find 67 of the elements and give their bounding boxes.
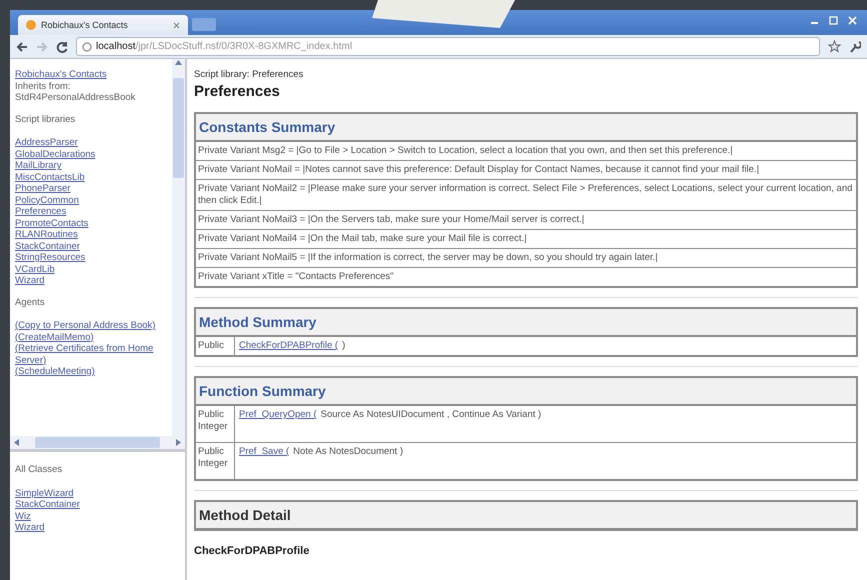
inherits-label: Inherits from: [15, 80, 72, 92]
signature-text: ) [342, 340, 346, 352]
page-icon [82, 42, 92, 52]
page-heading: Preferences [194, 83, 281, 100]
constant-row: Private Variant NoMail = |Notes cannot save this preference: Default Display for Contact Names, because it cannot find your mail file.| [196, 160, 856, 179]
method-name: CheckForDPABProfile [194, 545, 310, 557]
favicon-icon [26, 20, 36, 30]
sidebar-link[interactable]: MiscContactsLib [15, 172, 166, 183]
modifier-cell: Public Integer [196, 406, 235, 442]
method-link[interactable]: Pref_QueryOpen ( [239, 409, 317, 421]
maximize-icon[interactable] [829, 16, 838, 25]
scroll-arrow-icon[interactable] [175, 439, 182, 446]
sidebar-link[interactable]: VCardLib [15, 264, 166, 275]
method-link[interactable]: Pref_Save ( [239, 446, 290, 458]
sidebar-link[interactable]: AddressParser [15, 137, 166, 148]
scroll-arrow-icon[interactable] [175, 59, 182, 66]
sidebar-link[interactable]: MailLibrary [15, 160, 166, 172]
signature-text: Note As NotesDocument ) [293, 446, 403, 458]
table-heading: Method Detail [196, 502, 856, 529]
star-icon[interactable] [828, 40, 841, 53]
sidebar-link[interactable]: StackContainer [15, 240, 166, 252]
database-link[interactable]: Robichaux's Contacts [15, 69, 166, 80]
constant-row: Private Variant NoMail4 = |On the Mail tab, make sure your Mail file is correct.| [196, 229, 856, 248]
constant-row: Private Variant xTitle = "Contacts Preferences" [196, 267, 856, 286]
modifier-cell: Public [196, 337, 235, 355]
method-link[interactable]: CheckForDPABProfile ( [239, 340, 338, 352]
table-heading: Method Summary [196, 309, 856, 336]
class-link[interactable]: Wiz [15, 510, 180, 522]
scrollbar-thumb[interactable] [173, 78, 184, 178]
constant-row: Private Variant NoMail5 = |If the information is correct, the server may be down, so you should try again later.| [196, 248, 856, 267]
section-title: Agents [15, 296, 46, 308]
modifier-cell: Public Integer [196, 443, 235, 479]
address-bar[interactable]: localhost/jpr/LSDocStuff.nsf/0/3R0X-8GXMRC_index.html [76, 37, 820, 56]
sidebar-link[interactable]: (Retrieve Certificates from Home Server) [15, 343, 166, 366]
signature-text: Source As NotesUIDocument , Continue As Variant ) [320, 409, 542, 421]
breadcrumb: Script library: Preferences [194, 69, 304, 80]
back-button[interactable] [16, 40, 28, 52]
reload-button[interactable] [56, 40, 68, 52]
vertical-scrollbar[interactable] [172, 59, 185, 436]
close-icon[interactable] [173, 22, 180, 28]
class-link[interactable]: StackContainer [15, 499, 180, 510]
section-title: All Classes [15, 464, 63, 476]
wrench-icon[interactable] [849, 40, 861, 53]
scroll-arrow-icon[interactable] [13, 439, 20, 446]
sidebar-link[interactable]: Preferences [15, 206, 166, 218]
horizontal-scrollbar[interactable] [10, 436, 185, 449]
scrollbar-thumb[interactable] [35, 437, 160, 448]
table-heading: Function Summary [196, 378, 856, 405]
constant-row: Private Variant NoMail3 = |On the Servers tab, make sure your Home/Mail server is correct.| [196, 210, 856, 229]
class-link[interactable]: Wizard [15, 522, 180, 534]
sidebar-link[interactable]: Wizard [15, 275, 166, 286]
sidebar-link[interactable]: PromoteContacts [15, 218, 166, 229]
inherits-value: StdR4PersonalAddressBook [15, 92, 136, 104]
sidebar-link[interactable]: (ScheduleMeeting) [15, 366, 166, 378]
sidebar-link[interactable]: (CreateMailMemo) [15, 332, 166, 343]
constant-row: Private Variant Msg2 = |Go to File > Location > Switch to Location, select a location that you own, and then set this preference.| [196, 141, 856, 160]
sidebar-link[interactable]: GlobalDeclarations [15, 148, 166, 160]
sidebar-link[interactable]: StringResources [15, 252, 166, 264]
table-heading: Constants Summary [196, 114, 856, 141]
sidebar-link[interactable]: (Copy to Personal Address Book) [15, 320, 166, 332]
constant-row: Private Variant NoMail2 = |Please make sure your server information is correct. Select File > Preferences, select Locations, select your current location, and then click Edit.| [196, 179, 856, 210]
sidebar-link[interactable]: RLANRoutines [15, 229, 166, 240]
section-title: Script libraries [15, 114, 76, 125]
browser-tab[interactable]: Robichaux's Contacts [18, 15, 188, 35]
sidebar-link[interactable]: PolicyCommon [15, 194, 166, 206]
sidebar-link[interactable]: PhoneParser [15, 183, 166, 194]
class-link[interactable]: SimpleWizard [15, 488, 180, 499]
